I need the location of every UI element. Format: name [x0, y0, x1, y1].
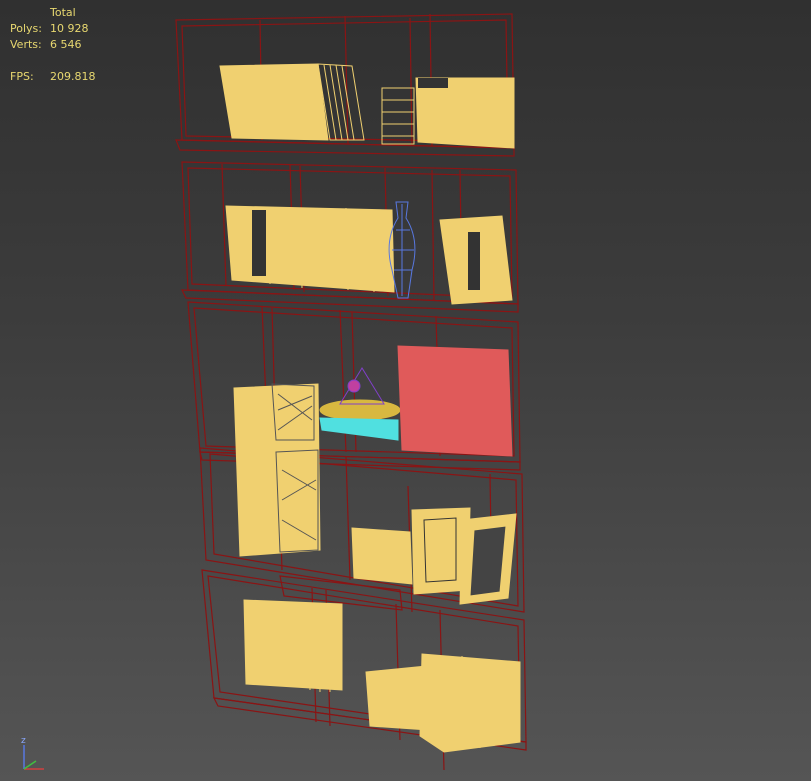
viewport-statistics: Total Polys: 10 928 Verts: 6 546 FPS: 20…	[10, 5, 130, 85]
polys-label: Polys:	[10, 22, 42, 35]
axis-gizmo-icon: z	[21, 736, 44, 770]
fps-label: FPS:	[10, 70, 34, 83]
stats-fps-row: FPS: 209.818	[10, 69, 130, 85]
axis-z-label: z	[21, 736, 26, 746]
stats-verts-row: Verts: 6 546	[10, 37, 130, 53]
red-box	[397, 345, 513, 457]
tray	[319, 399, 401, 441]
shelf-objects	[219, 63, 521, 753]
verts-label: Verts:	[10, 38, 42, 51]
stats-polys-row: Polys: 10 928	[10, 21, 130, 37]
viewport-3d[interactable]	[0, 0, 811, 781]
book-stack-top-right	[415, 77, 515, 149]
basket-fourth	[351, 527, 413, 585]
fps-value: 209.818	[50, 70, 96, 83]
polys-value: 10 928	[50, 22, 89, 35]
book-stack-second-left	[225, 205, 395, 293]
stats-header: Total	[50, 6, 76, 19]
figurine	[339, 367, 385, 405]
verts-value: 6 546	[50, 38, 82, 51]
book-stack-bottom-left	[243, 599, 343, 691]
basket-bottom	[365, 665, 429, 731]
small-box-top	[381, 87, 415, 145]
book-stack-bottom-right	[419, 653, 521, 753]
book-stack-top-left	[219, 63, 329, 141]
